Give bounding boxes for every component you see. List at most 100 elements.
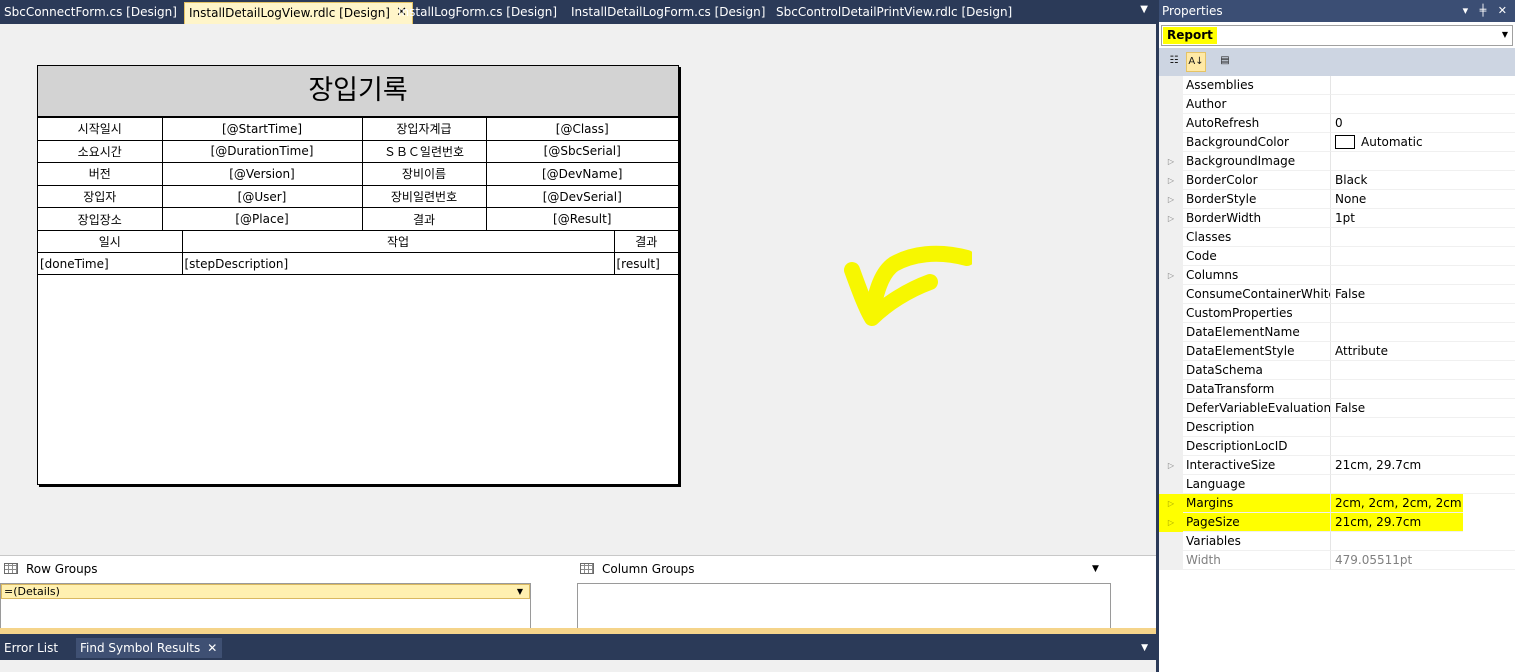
field-value-cell[interactable]: [@StartTime] xyxy=(161,117,363,141)
field-label-cell[interactable]: 장입자계급 xyxy=(361,117,487,141)
property-row-pagesize[interactable]: ▷ PageSize 21cm, 29.7cm xyxy=(1159,513,1515,532)
detail-field-cell[interactable]: [doneTime] xyxy=(38,252,183,275)
report-designer-surface[interactable]: 장입기록 시작일시 [@StartTime] 장입자계급 [@Class] 소요시간 [@… xyxy=(0,24,1156,555)
field-label-cell[interactable]: 장비일련번호 xyxy=(361,184,487,209)
field-label-cell[interactable]: 장입자 xyxy=(38,184,163,209)
tab-installdetaillogform[interactable]: InstallDetailLogForm.cs [Design] xyxy=(567,2,769,24)
property-value[interactable]: 2cm, 2cm, 2cm, 2cm xyxy=(1331,494,1463,513)
property-value[interactable] xyxy=(1331,361,1515,380)
property-value[interactable]: 21cm, 29.7cm xyxy=(1331,456,1515,475)
property-value[interactable]: None xyxy=(1331,190,1515,209)
property-row-autorefresh[interactable]: AutoRefresh 0 xyxy=(1159,114,1515,133)
property-value[interactable] xyxy=(1331,152,1515,171)
property-row-classes[interactable]: Classes xyxy=(1159,228,1515,247)
property-value[interactable]: 0 xyxy=(1331,114,1515,133)
property-value[interactable]: 479.05511pt xyxy=(1331,551,1515,570)
property-value[interactable] xyxy=(1331,532,1515,551)
property-row-width[interactable]: Width 479.05511pt xyxy=(1159,551,1515,570)
property-row-variables[interactable]: Variables xyxy=(1159,532,1515,551)
tab-dropdown-icon[interactable]: ▼ xyxy=(1141,643,1148,653)
detail-tablix[interactable]: 일시 작업 결과 [doneTime] [stepDescription] [r… xyxy=(38,230,678,275)
property-value[interactable] xyxy=(1331,475,1515,494)
property-row-interactivesize[interactable]: ▷ InteractiveSize 21cm, 29.7cm xyxy=(1159,456,1515,475)
property-row-assemblies[interactable]: Assemblies xyxy=(1159,76,1515,95)
property-value[interactable]: 21cm, 29.7cm xyxy=(1331,513,1463,532)
tab-find-symbol-results[interactable]: Find Symbol Results ✕ xyxy=(76,638,223,658)
property-value[interactable] xyxy=(1331,437,1515,456)
property-row-language[interactable]: Language xyxy=(1159,475,1515,494)
details-group-item[interactable]: =(Details) ▼ xyxy=(1,584,530,599)
property-row-backgroundimage[interactable]: ▷ BackgroundImage xyxy=(1159,152,1515,171)
property-row-consumecontainerwhitespace[interactable]: ConsumeContainerWhitespace False xyxy=(1159,285,1515,304)
expand-arrow-icon[interactable]: ▷ xyxy=(1159,152,1183,171)
property-value[interactable]: 1pt xyxy=(1331,209,1515,228)
field-value-cell[interactable]: [@SbcSerial] xyxy=(485,139,678,164)
property-row-columns[interactable]: ▷ Columns xyxy=(1159,266,1515,285)
property-row-code[interactable]: Code xyxy=(1159,247,1515,266)
tab-dropdown-icon[interactable]: ▼ xyxy=(1140,4,1148,15)
field-value-cell[interactable]: [@Place] xyxy=(161,207,363,231)
field-value-cell[interactable]: [@Result] xyxy=(485,207,678,231)
field-value-cell[interactable]: [@DurationTime] xyxy=(161,139,363,164)
field-label-cell[interactable]: 결과 xyxy=(361,207,487,231)
window-controls-icon[interactable]: ▾ ╪ ✕ xyxy=(1463,0,1511,22)
tab-error-list[interactable]: Error List xyxy=(0,638,62,658)
expand-arrow-icon[interactable]: ▷ xyxy=(1159,171,1183,190)
close-icon[interactable]: ✕ xyxy=(207,638,217,658)
field-label-cell[interactable]: 시작일시 xyxy=(38,117,163,141)
property-value[interactable]: False xyxy=(1331,285,1515,304)
object-selector[interactable]: Report ▼ xyxy=(1161,25,1513,46)
property-value[interactable] xyxy=(1331,418,1515,437)
property-value[interactable]: Black xyxy=(1331,171,1515,190)
field-value-cell[interactable]: [@DevSerial] xyxy=(485,184,678,209)
property-row-author[interactable]: Author xyxy=(1159,95,1515,114)
property-row-dataelementstyle[interactable]: DataElementStyle Attribute xyxy=(1159,342,1515,361)
chevron-down-icon[interactable]: ▼ xyxy=(1092,564,1099,574)
property-value[interactable] xyxy=(1331,380,1515,399)
column-header-cell[interactable]: 결과 xyxy=(613,230,678,253)
field-value-cell[interactable]: [@User] xyxy=(161,184,363,209)
header-info-table[interactable]: 시작일시 [@StartTime] 장입자계급 [@Class] 소요시간 [@Durat… xyxy=(38,117,678,231)
column-header-cell[interactable]: 작업 xyxy=(181,230,615,253)
field-value-cell[interactable]: [@DevName] xyxy=(485,162,678,186)
property-row-dataelementname[interactable]: DataElementName xyxy=(1159,323,1515,342)
field-label-cell[interactable]: ＳＢＣ일련번호 xyxy=(361,139,487,164)
field-label-cell[interactable]: 장입장소 xyxy=(38,207,163,231)
field-label-cell[interactable]: 버전 xyxy=(38,162,163,186)
chevron-down-icon[interactable]: ▼ xyxy=(517,585,523,598)
expand-arrow-icon[interactable]: ▷ xyxy=(1159,494,1183,513)
tab-sbcconnectform[interactable]: SbcConnectForm.cs [Design] xyxy=(0,2,181,24)
property-row-borderstyle[interactable]: ▷ BorderStyle None xyxy=(1159,190,1515,209)
property-value[interactable] xyxy=(1331,228,1515,247)
property-row-backgroundcolor[interactable]: BackgroundColor Automatic xyxy=(1159,133,1515,152)
field-value-cell[interactable]: [@Version] xyxy=(161,162,363,186)
property-value[interactable] xyxy=(1331,304,1515,323)
expand-arrow-icon[interactable]: ▷ xyxy=(1159,513,1183,532)
tab-installlogform[interactable]: InstallLogForm.cs [Design] xyxy=(394,2,561,24)
property-row-descriptionlocid[interactable]: DescriptionLocID xyxy=(1159,437,1515,456)
expand-arrow-icon[interactable]: ▷ xyxy=(1159,190,1183,209)
column-header-cell[interactable]: 일시 xyxy=(38,230,183,253)
property-row-dataschema[interactable]: DataSchema xyxy=(1159,361,1515,380)
field-label-cell[interactable]: 장비이름 xyxy=(361,162,487,186)
property-value[interactable]: False xyxy=(1331,399,1515,418)
property-row-defervariableevaluation[interactable]: DeferVariableEvaluation False xyxy=(1159,399,1515,418)
property-value[interactable] xyxy=(1331,76,1515,95)
detail-field-cell[interactable]: [result] xyxy=(613,252,678,275)
property-pages-icon[interactable]: ▤ xyxy=(1215,52,1235,72)
property-row-customproperties[interactable]: CustomProperties xyxy=(1159,304,1515,323)
property-row-description[interactable]: Description xyxy=(1159,418,1515,437)
report-title[interactable]: 장입기록 xyxy=(38,66,678,117)
property-value[interactable]: Attribute xyxy=(1331,342,1515,361)
expand-arrow-icon[interactable]: ▷ xyxy=(1159,209,1183,228)
property-value[interactable] xyxy=(1331,95,1515,114)
expand-arrow-icon[interactable]: ▷ xyxy=(1159,266,1183,285)
detail-field-cell[interactable]: [stepDescription] xyxy=(181,252,615,275)
property-row-bordercolor[interactable]: ▷ BorderColor Black xyxy=(1159,171,1515,190)
field-value-cell[interactable]: [@Class] xyxy=(485,117,678,141)
tab-installdetaillogview[interactable]: InstallDetailLogView.rdlc [Design] ✕ xyxy=(184,2,413,24)
property-row-datatransform[interactable]: DataTransform xyxy=(1159,380,1515,399)
property-value[interactable] xyxy=(1331,266,1515,285)
property-value[interactable] xyxy=(1331,247,1515,266)
tab-sbccontroldetailprintview[interactable]: SbcControlDetailPrintView.rdlc [Design] xyxy=(772,2,1016,24)
